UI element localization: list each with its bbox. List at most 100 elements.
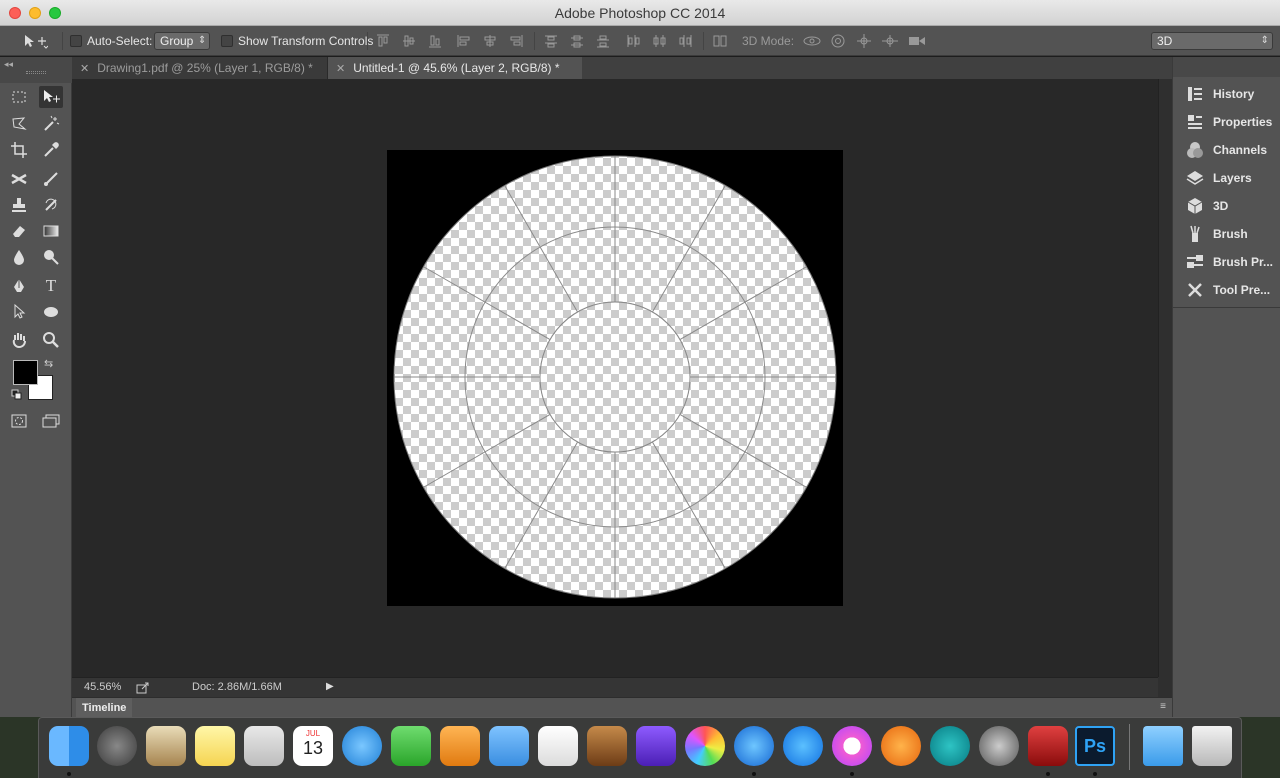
numbers-icon[interactable] [538,726,578,766]
facetime-icon[interactable] [391,726,431,766]
distribute-left-edges-icon[interactable] [625,33,641,49]
timeline-tab[interactable]: Timeline [76,698,133,718]
3d-roll-icon[interactable] [830,33,846,49]
timeline-menu-icon[interactable]: ≡ [1160,701,1166,712]
eraser-tool[interactable] [7,220,31,242]
path-selection-tool[interactable] [7,301,31,323]
rectangular-marquee-icon [12,91,26,103]
downloads-folder-icon[interactable] [1143,726,1183,766]
notes-icon[interactable] [195,726,235,766]
photoshop-icon[interactable]: Ps [1075,726,1115,766]
keynote-icon[interactable] [489,726,529,766]
autocad-icon[interactable] [1028,726,1068,766]
auto-select-checkbox[interactable] [70,35,82,47]
messages-icon[interactable] [342,726,382,766]
document-tab-drawing1[interactable]: ✕ Drawing1.pdf @ 25% (Layer 1, RGB/8) * [72,57,328,79]
healing-brush-tool[interactable] [7,168,31,190]
safari-icon[interactable] [734,726,774,766]
eyedropper-icon [44,142,59,157]
auto-align-layers-icon[interactable] [712,33,728,49]
imovie-icon[interactable] [636,726,676,766]
clone-stamp-tool[interactable] [7,194,31,216]
3d-pan-icon[interactable] [856,33,872,49]
align-vertical-centers-icon[interactable] [401,33,417,49]
workspace-select[interactable]: 3D [1151,32,1273,50]
3d-orbit-icon[interactable] [802,33,822,49]
document-canvas[interactable] [387,150,843,606]
status-bar: 45.56% Doc: 2.86M/1.66M ▶ [72,677,1158,697]
app-store-icon[interactable] [783,726,823,766]
show-transform-controls-checkbox[interactable] [221,35,233,47]
ellipse-tool[interactable] [39,301,63,323]
arduino-icon[interactable] [930,726,970,766]
auto-select-target-select[interactable]: Group [154,32,211,50]
magic-wand-tool[interactable] [39,113,63,135]
distribute-right-edges-icon[interactable] [677,33,693,49]
rectangular-marquee-tool[interactable] [7,86,31,108]
distribute-vertical-centers-icon[interactable] [569,33,585,49]
3d-scale-icon[interactable] [907,33,927,49]
hand-tool[interactable] [7,329,31,351]
pages-icon[interactable] [440,726,480,766]
zoom-level[interactable]: 45.56% [84,681,121,693]
canvas-workspace[interactable] [72,79,1158,677]
move-tool-preset-picker[interactable] [22,26,48,56]
brush-tool[interactable] [39,168,63,190]
eyedropper-tool[interactable] [39,139,63,161]
mail-stamp-icon[interactable] [146,726,186,766]
tools-panel-grip[interactable]: ◂◂ [0,57,72,83]
close-tab-icon[interactable]: ✕ [80,62,89,75]
itunes-icon[interactable] [832,726,872,766]
gradient-tool[interactable] [39,220,63,242]
zoom-tool[interactable] [39,329,63,351]
blur-tool[interactable] [7,246,31,268]
document-size: Doc: 2.86M/1.66M [192,681,282,693]
show-transform-controls-label: Show Transform Controls [238,34,374,48]
launchpad-icon[interactable] [97,726,137,766]
panel-tool-presets[interactable]: Tool Pre... [1185,279,1270,301]
lasso-tool[interactable] [7,113,31,135]
finder-icon[interactable] [49,726,89,766]
panel-history[interactable]: History [1185,83,1254,105]
panel-brush-presets[interactable]: Brush Pr... [1185,251,1273,273]
align-right-edges-icon[interactable] [508,33,524,49]
panel-brush[interactable]: Brush [1185,223,1248,245]
distribute-horizontal-centers-icon[interactable] [651,33,667,49]
preview-icon[interactable] [244,726,284,766]
align-top-edges-icon[interactable] [375,33,391,49]
status-menu-arrow-icon[interactable]: ▶ [326,681,334,692]
export-icon[interactable] [136,682,150,694]
garageband-icon[interactable] [587,726,627,766]
align-bottom-edges-icon[interactable] [427,33,443,49]
photos-icon[interactable] [685,726,725,766]
quick-mask-button[interactable] [7,410,31,432]
system-preferences-icon[interactable] [979,726,1019,766]
close-tab-icon[interactable]: ✕ [336,62,345,75]
ibooks-icon[interactable] [881,726,921,766]
dodge-tool[interactable] [39,246,63,268]
type-tool[interactable]: T [39,275,63,297]
trash-icon[interactable] [1192,726,1232,766]
panel-3d[interactable]: 3D [1185,195,1228,217]
3d-slide-icon[interactable] [880,33,900,49]
screen-mode-button[interactable] [39,410,63,432]
distribute-bottom-edges-icon[interactable] [595,33,611,49]
vertical-scrollbar[interactable] [1158,79,1172,677]
panel-properties[interactable]: Properties [1185,111,1272,133]
align-left-edges-icon[interactable] [456,33,472,49]
panel-channels[interactable]: Channels [1185,139,1267,161]
panel-dock-grip[interactable] [1173,57,1280,77]
calendar-icon[interactable]: JUL 13 [293,726,333,766]
align-horizontal-centers-icon[interactable] [482,33,498,49]
hand-icon [12,333,26,349]
crop-tool[interactable] [7,139,31,161]
swap-colors-icon[interactable]: ⇆ [44,357,53,370]
panel-layers[interactable]: Layers [1185,167,1252,189]
foreground-color-swatch[interactable] [13,360,38,385]
pen-tool[interactable] [7,275,31,297]
distribute-top-edges-icon[interactable] [543,33,559,49]
history-brush-tool[interactable] [39,194,63,216]
default-colors-icon[interactable] [11,389,23,401]
document-tab-untitled1[interactable]: ✕ Untitled-1 @ 45.6% (Layer 2, RGB/8) * [328,57,582,79]
move-tool[interactable] [39,86,63,108]
